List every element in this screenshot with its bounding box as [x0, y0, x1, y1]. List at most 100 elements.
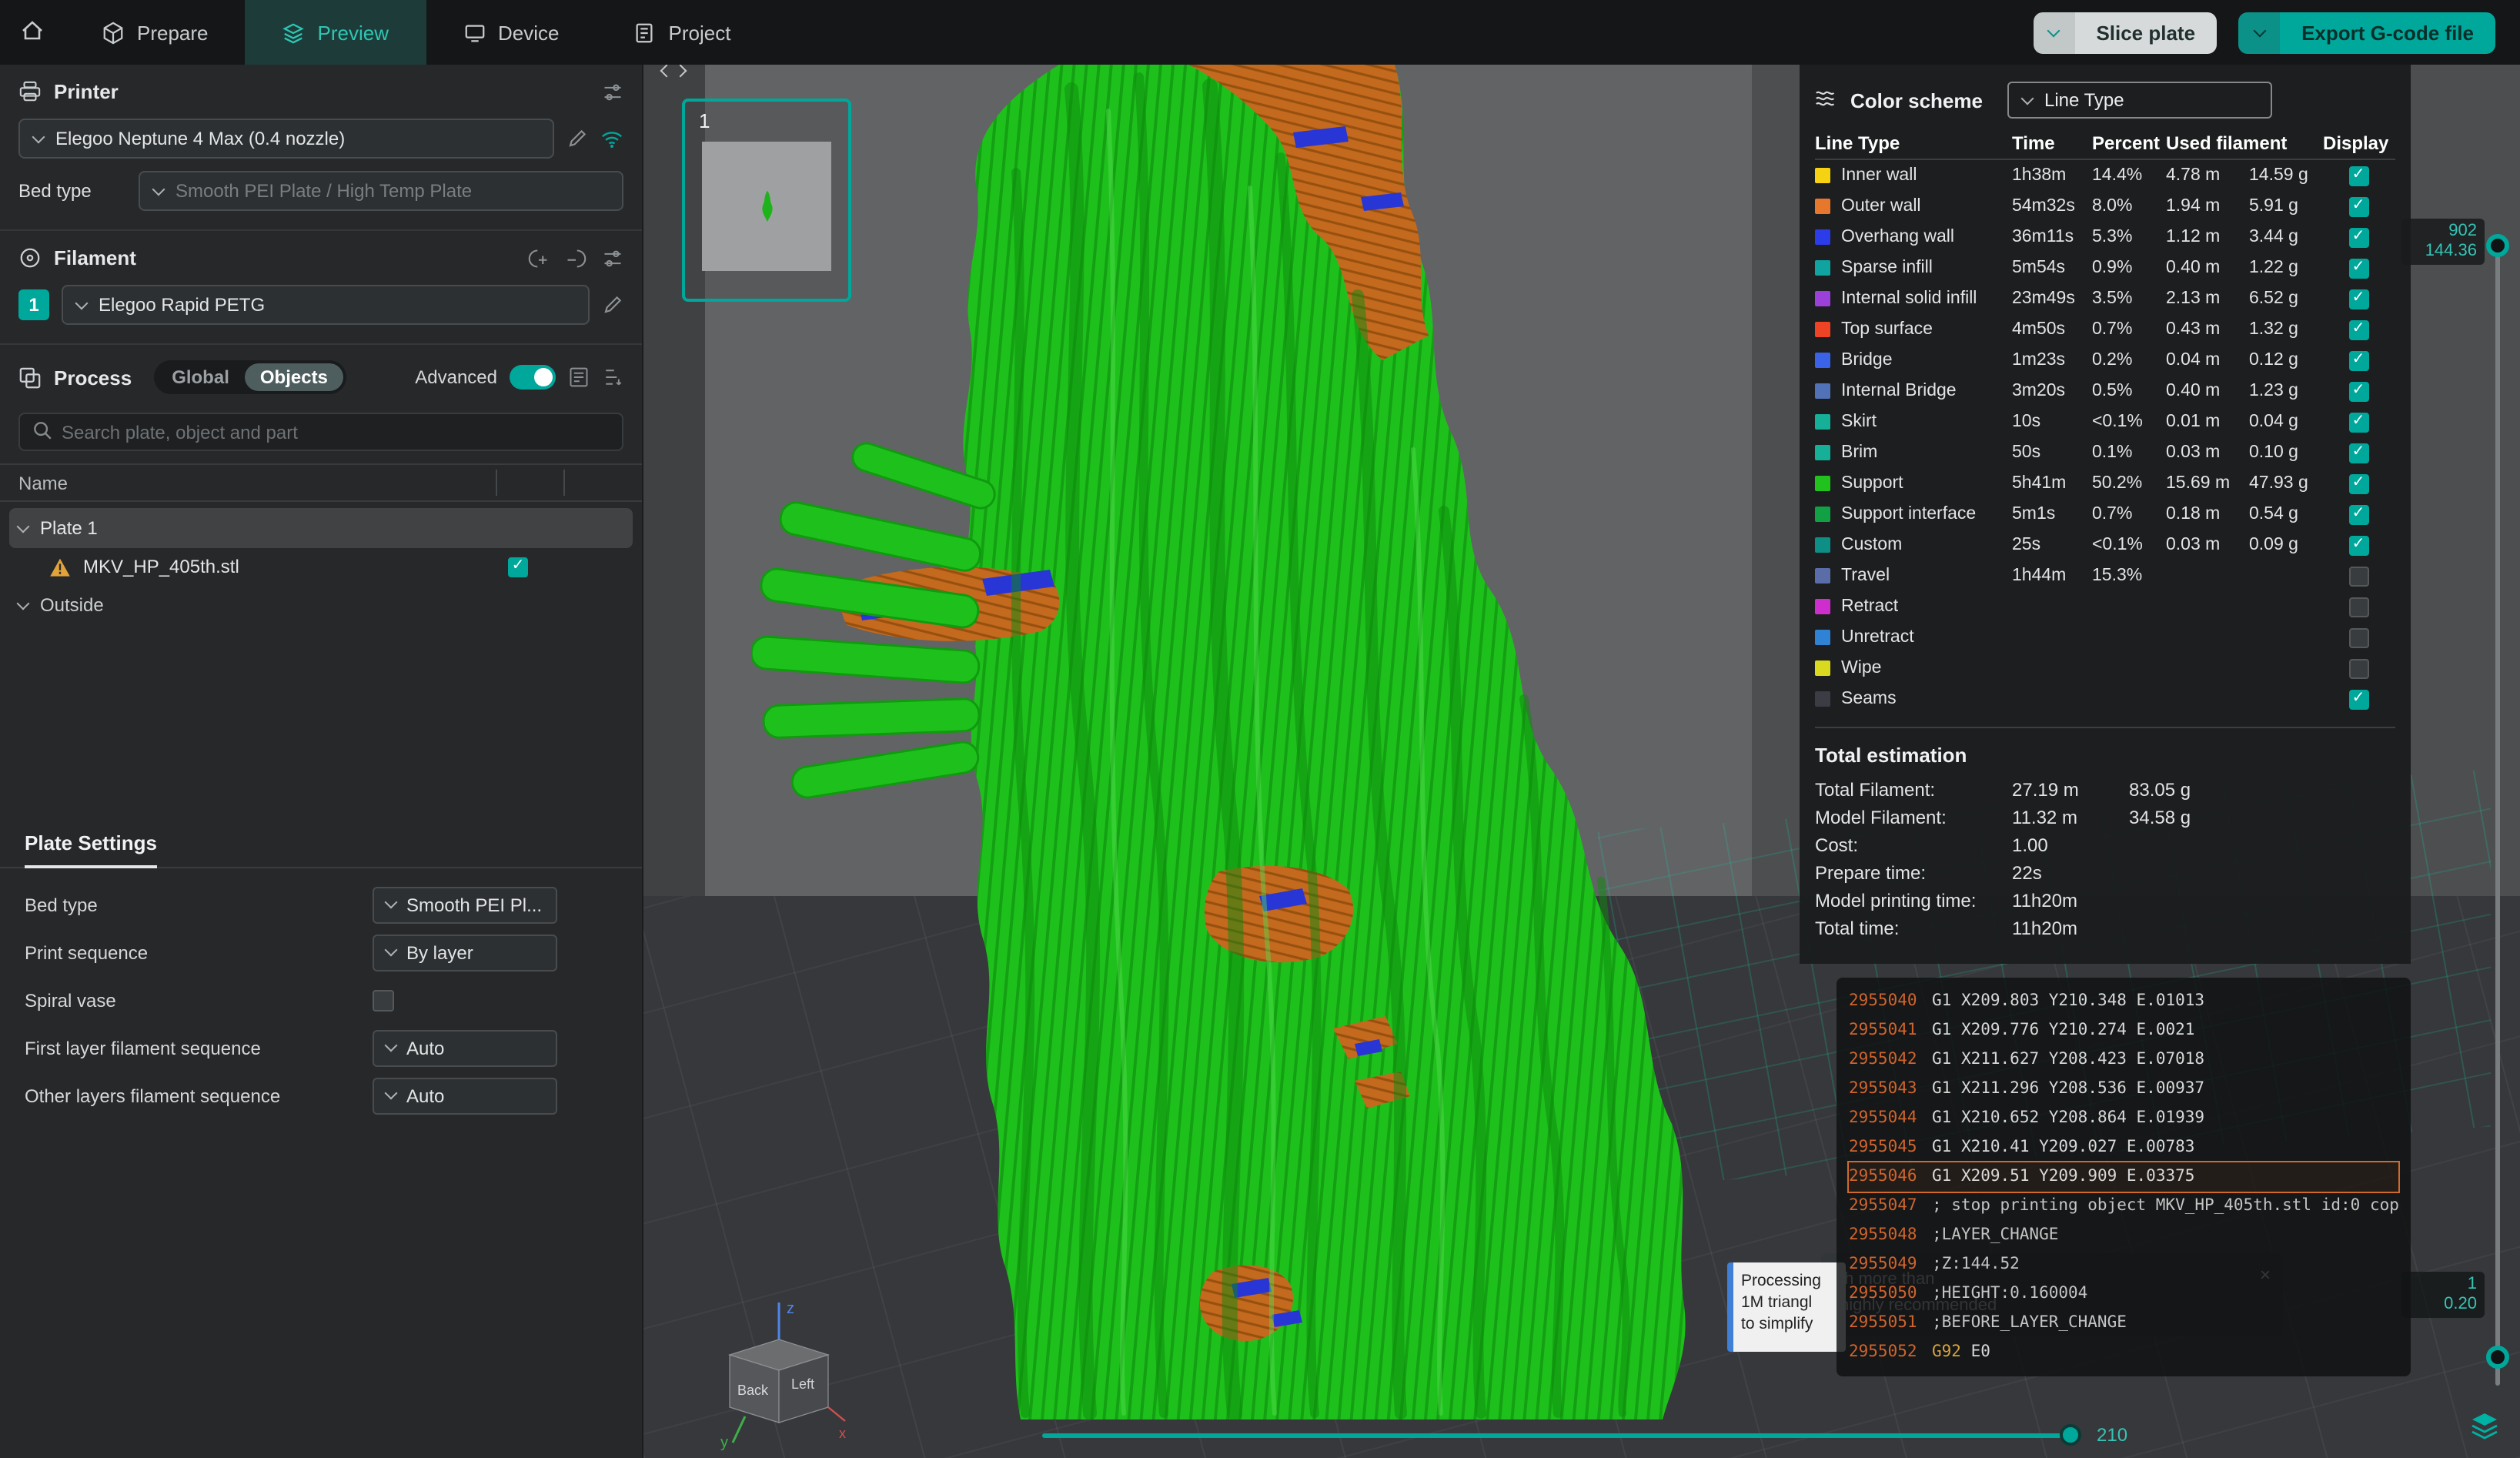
- gcode-line[interactable]: 2955040 G1 X209.803 Y210.348 E.01013: [1849, 987, 2398, 1016]
- total-row: Total Filament: 27.19 m 83.05 g: [1815, 776, 2395, 804]
- display-checkbox[interactable]: ✓: [2348, 258, 2368, 278]
- display-checkbox[interactable]: ✓: [2348, 473, 2368, 493]
- printer-settings-icon[interactable]: [602, 81, 623, 102]
- gcode-line[interactable]: 2955048 ;LAYER_CHANGE: [1849, 1221, 2398, 1250]
- sort-az-icon[interactable]: [602, 366, 623, 388]
- advanced-toggle[interactable]: [510, 365, 556, 390]
- slice-plate-button[interactable]: Slice plate: [2033, 12, 2218, 53]
- gcode-line-number: 2955052: [1849, 1343, 1917, 1361]
- display-checkbox[interactable]: ✓: [2348, 689, 2368, 709]
- viewport-3d[interactable]: 1 z Back Left y x Processing 1M triangl …: [643, 65, 2520, 1458]
- display-checkbox[interactable]: ✓: [2348, 443, 2368, 463]
- filament-slot-number[interactable]: 1: [18, 289, 49, 320]
- display-checkbox[interactable]: ✓: [2348, 289, 2368, 309]
- navigation-cube[interactable]: z Back Left y x: [683, 1293, 853, 1455]
- line-type-color-swatch: [1815, 476, 1830, 491]
- edit-filament-icon[interactable]: [602, 294, 623, 316]
- gcode-line[interactable]: 2955041 G1 X209.776 Y210.274 E.0021: [1849, 1016, 2398, 1045]
- add-filament-icon[interactable]: [528, 247, 550, 269]
- printer-select[interactable]: Elegoo Neptune 4 Max (0.4 nozzle): [18, 119, 554, 159]
- display-checkbox[interactable]: ✓: [2348, 350, 2368, 370]
- display-cell: ✓: [2323, 319, 2394, 339]
- display-checkbox[interactable]: [2348, 597, 2368, 617]
- segment-objects[interactable]: Objects: [244, 363, 343, 391]
- segment-global[interactable]: Global: [156, 363, 245, 391]
- plate-thumbnail[interactable]: 1: [682, 99, 851, 302]
- warning-icon: [49, 557, 71, 577]
- gcode-line[interactable]: 2955044 G1 X210.652 Y208.864 E.01939: [1849, 1104, 2398, 1133]
- layer-slider-bottom-handle[interactable]: [2486, 1346, 2509, 1369]
- axis-y-line: [731, 1416, 747, 1443]
- gcode-line[interactable]: 2955052 G92 E0: [1849, 1338, 2398, 1367]
- display-checkbox[interactable]: [2348, 627, 2368, 647]
- tree-row-object[interactable]: MKV_HP_405th.stl ✓: [9, 548, 633, 585]
- filament-settings-icon[interactable]: [602, 247, 623, 269]
- gcode-line-number: 2955045: [1849, 1138, 1917, 1156]
- plate-setting-select[interactable]: Auto: [373, 1077, 557, 1114]
- total-row: Prepare time: 22s: [1815, 859, 2395, 887]
- tree-row-outside[interactable]: Outside: [9, 585, 633, 625]
- tab-project[interactable]: Project: [597, 0, 768, 65]
- export-gcode-button[interactable]: Export G-code file: [2238, 12, 2495, 53]
- chevron-down-icon: [2047, 23, 2060, 37]
- gcode-line[interactable]: 2955051 ;BEFORE_LAYER_CHANGE: [1849, 1309, 2398, 1338]
- gcode-line[interactable]: 2955045 G1 X210.41 Y209.027 E.00783: [1849, 1133, 2398, 1162]
- gcode-line[interactable]: 2955046 G1 X209.51 Y209.909 E.03375: [1847, 1161, 2400, 1193]
- bed-type-select[interactable]: Smooth PEI Plate / High Temp Plate: [139, 171, 623, 211]
- display-checkbox[interactable]: ✓: [2348, 196, 2368, 216]
- search-input[interactable]: [62, 421, 610, 443]
- display-checkbox[interactable]: ✓: [2348, 166, 2368, 186]
- line-type-dropdown[interactable]: Line Type: [2007, 82, 2272, 119]
- line-type-color-swatch: [1815, 630, 1830, 645]
- cube-left-label: Left: [791, 1376, 814, 1392]
- display-checkbox[interactable]: ✓: [2348, 504, 2368, 524]
- export-dropdown-arrow[interactable]: [2238, 12, 2281, 53]
- tab-preview[interactable]: Preview: [245, 0, 426, 65]
- viewport-expand-icon[interactable]: [660, 65, 687, 78]
- move-slider-track[interactable]: [1042, 1433, 2074, 1438]
- edit-printer-icon[interactable]: [566, 128, 588, 149]
- gcode-line[interactable]: 2955042 G1 X211.627 Y208.423 E.07018: [1849, 1045, 2398, 1075]
- line-type-label: Seams: [1841, 690, 1897, 708]
- gcode-line[interactable]: 2955043 G1 X211.296 Y208.536 E.00937: [1849, 1075, 2398, 1104]
- used-m-cell: 0.43 m: [2166, 320, 2221, 339]
- home-button[interactable]: [0, 0, 65, 65]
- display-checkbox[interactable]: ✓: [2348, 227, 2368, 247]
- display-checkbox[interactable]: ✓: [2348, 381, 2368, 401]
- remove-filament-icon[interactable]: [565, 247, 587, 269]
- parameter-list-icon[interactable]: [568, 366, 590, 388]
- display-cell: ✓: [2323, 473, 2394, 493]
- tab-prepare[interactable]: Prepare: [65, 0, 246, 65]
- plate-setting-select[interactable]: By layer: [373, 934, 557, 971]
- layers-icon[interactable]: [2469, 1410, 2500, 1441]
- gcode-viewer[interactable]: 2955040 G1 X209.803 Y210.348 E.01013 29550…: [1837, 978, 2411, 1376]
- display-checkbox[interactable]: [2348, 658, 2368, 678]
- export-gcode-label: Export G-code file: [2280, 12, 2495, 53]
- layer-slider-top-handle[interactable]: [2486, 234, 2509, 257]
- slice-dropdown-arrow[interactable]: [2033, 12, 2075, 53]
- plate-setting-checkbox[interactable]: [373, 989, 394, 1011]
- line-type-label: Overhang wall: [1841, 228, 1955, 246]
- layer-bottom-badge: 1 0.20: [2401, 1272, 2485, 1318]
- line-type-color-swatch: [1815, 353, 1830, 368]
- object-visibility-checkbox[interactable]: ✓: [508, 557, 528, 577]
- gcode-line[interactable]: 2955047 ; stop printing object MKV_HP_405…: [1849, 1192, 2398, 1221]
- plate-setting-select[interactable]: Smooth PEI Pl...: [373, 886, 557, 923]
- sliced-model[interactable]: [751, 65, 1721, 1420]
- line-type-label: Sparse infill: [1841, 259, 1933, 277]
- gcode-line[interactable]: 2955050 ;HEIGHT:0.160004: [1849, 1279, 2398, 1309]
- plate-setting-select[interactable]: Auto: [373, 1029, 557, 1066]
- display-checkbox[interactable]: ✓: [2348, 412, 2368, 432]
- move-slider-handle[interactable]: [2060, 1424, 2081, 1446]
- tree-row-plate[interactable]: Plate 1: [9, 508, 633, 548]
- tab-device[interactable]: Device: [426, 0, 597, 65]
- layer-slider-track[interactable]: [2495, 243, 2500, 1386]
- display-checkbox[interactable]: [2348, 566, 2368, 586]
- display-checkbox[interactable]: ✓: [2348, 535, 2368, 555]
- display-checkbox[interactable]: ✓: [2348, 319, 2368, 339]
- object-tree: Plate 1 MKV_HP_405th.stl ✓ Outside: [0, 502, 642, 631]
- filament-select[interactable]: Elegoo Rapid PETG: [62, 285, 590, 325]
- used-g-cell: 5.91 g: [2249, 197, 2298, 216]
- gcode-line[interactable]: 2955049 ;Z:144.52: [1849, 1250, 2398, 1279]
- wifi-icon[interactable]: [600, 129, 623, 149]
